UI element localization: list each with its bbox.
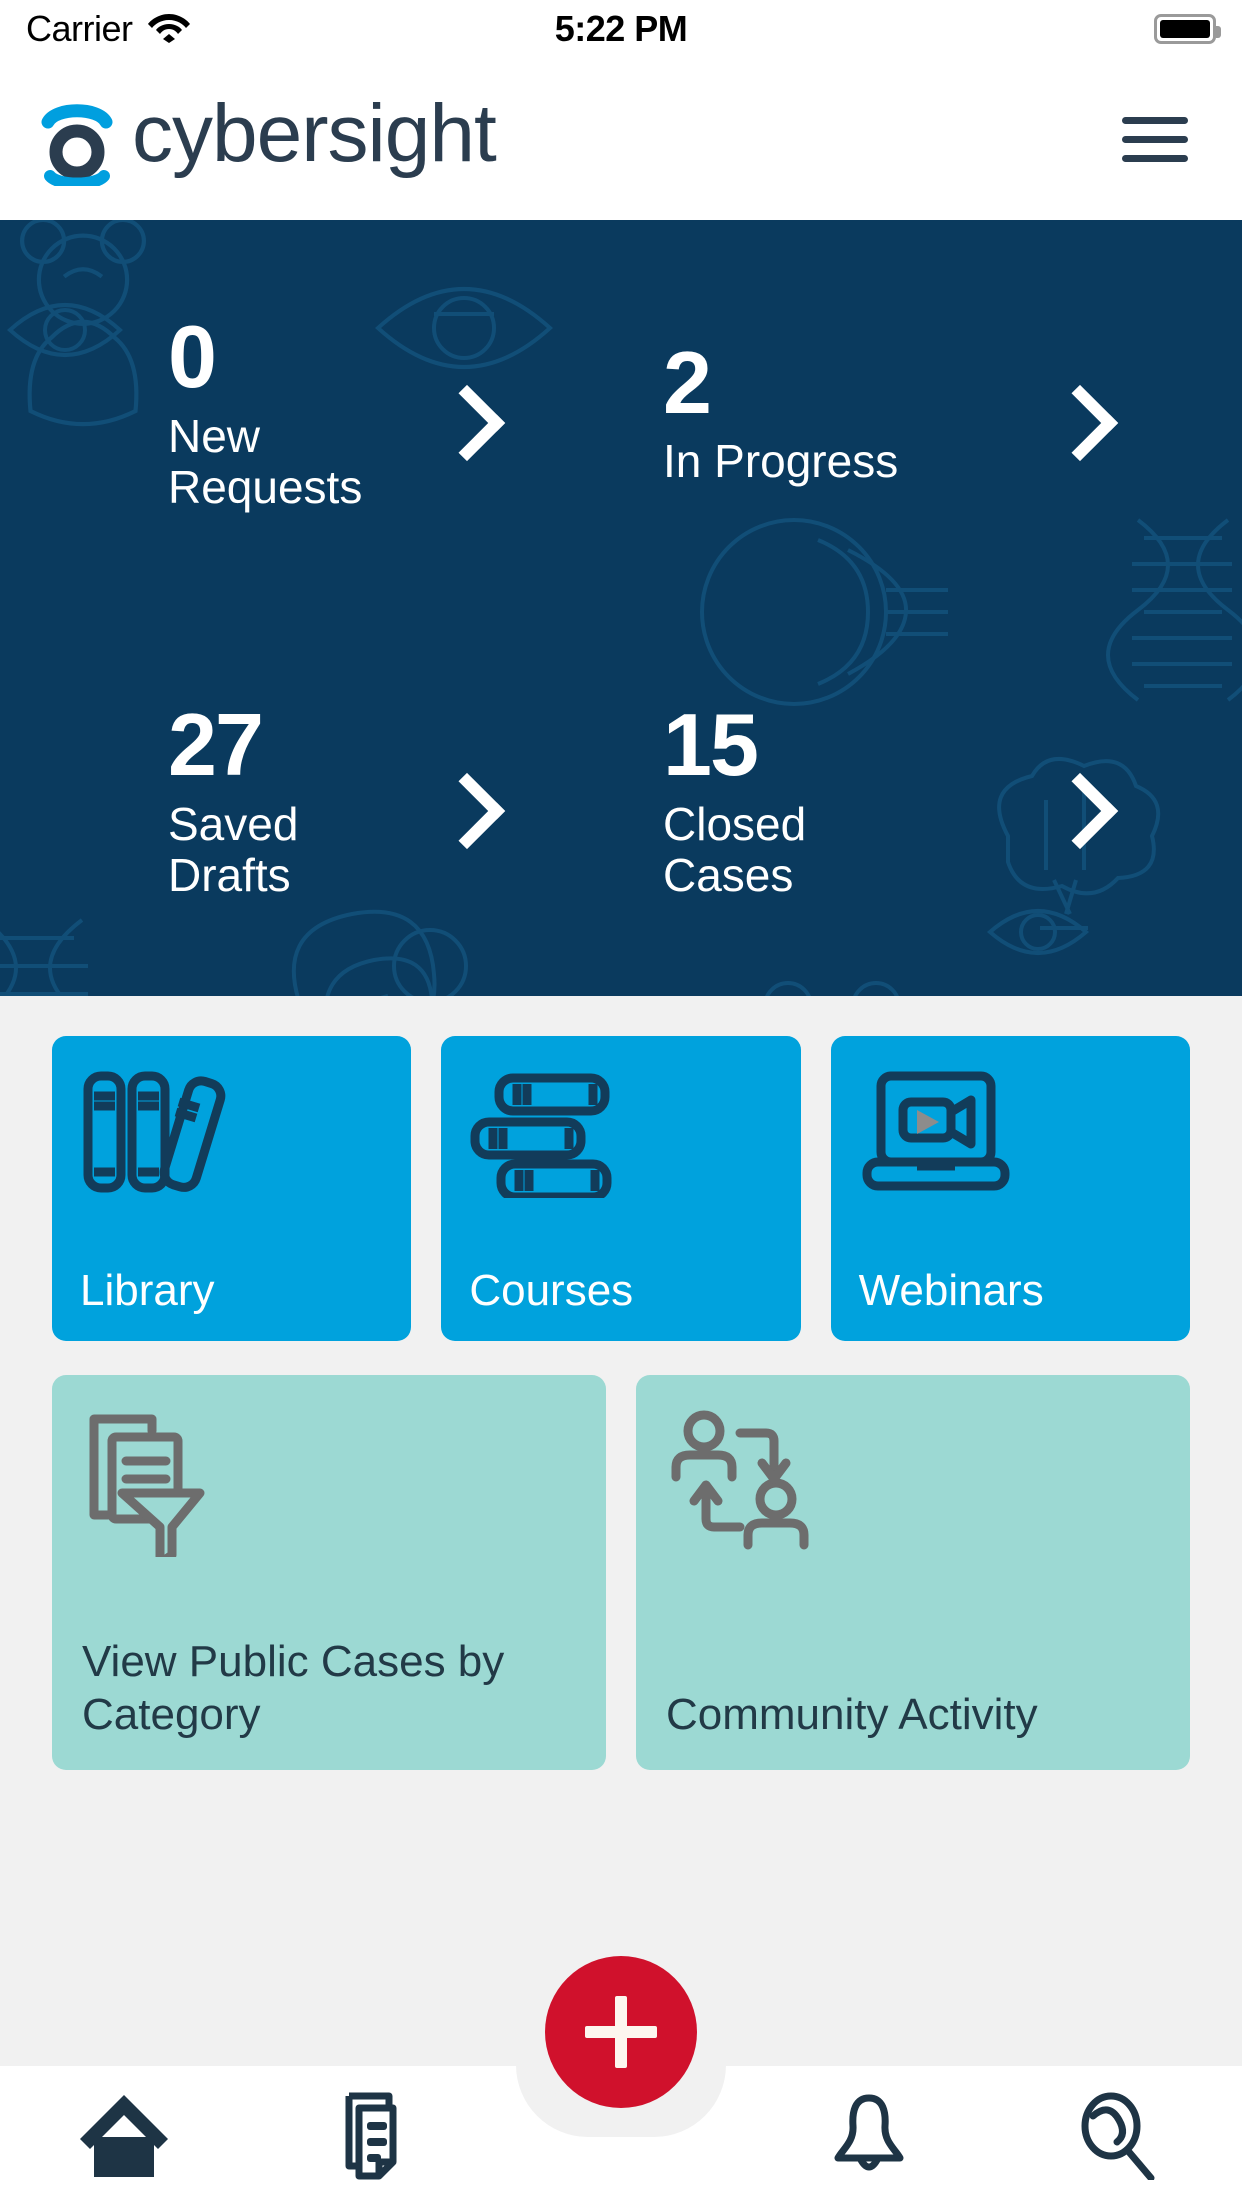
card-label: Webinars xyxy=(858,1266,1044,1316)
add-case-fab-button[interactable] xyxy=(545,1956,697,2108)
brand-wordmark: cybersight xyxy=(132,93,498,179)
chevron-right-icon xyxy=(1041,384,1119,462)
svg-text:cybersight: cybersight xyxy=(132,93,497,179)
stat-value: 15 xyxy=(663,695,759,795)
cybersight-eye-logo-icon xyxy=(40,92,114,190)
documents-icon xyxy=(333,2090,413,2185)
chevron-right-icon xyxy=(428,384,506,462)
stat-card-new-requests[interactable]: 0 New Requests xyxy=(0,220,621,608)
carrier-label: Carrier xyxy=(26,8,133,49)
stat-value: 2 xyxy=(663,333,712,433)
card-webinars[interactable]: Webinars xyxy=(830,1036,1190,1341)
status-bar-left: Carrier xyxy=(26,8,191,50)
battery-full-icon xyxy=(1154,14,1221,44)
stat-text: 27 Saved Drafts xyxy=(168,695,299,902)
quick-links-section: Library Courses Webinars View Public Cas… xyxy=(0,996,1242,1770)
wifi-icon xyxy=(147,11,191,48)
books-upright-icon xyxy=(80,1066,383,1198)
plus-icon xyxy=(585,1996,657,2068)
primary-links-row: Library Courses Webinars xyxy=(52,1036,1190,1341)
stat-text: 15 Closed Cases xyxy=(663,695,807,902)
stat-card-saved-drafts[interactable]: 27 Saved Drafts xyxy=(0,608,621,996)
laptop-video-icon xyxy=(859,1066,1162,1198)
card-label: Community Activity xyxy=(666,1690,1038,1740)
chevron-right-icon xyxy=(1041,772,1119,850)
tab-search[interactable] xyxy=(994,2066,1242,2208)
people-exchange-icon xyxy=(666,1407,1160,1557)
stat-label: Closed Cases xyxy=(663,797,807,902)
brand-logo[interactable]: cybersight xyxy=(40,92,582,190)
hero-stats-section: 0 New Requests 2 In Progress 27 Saved Dr… xyxy=(0,220,1242,996)
card-label: View Public Cases by Category xyxy=(82,1637,505,1740)
tab-notifications[interactable] xyxy=(745,2066,993,2208)
stat-card-closed-cases[interactable]: 15 Closed Cases xyxy=(621,608,1242,996)
stat-value: 27 xyxy=(168,695,264,795)
status-bar-right xyxy=(1154,14,1221,44)
hamburger-menu-icon[interactable] xyxy=(1114,109,1196,170)
books-stacked-icon xyxy=(469,1066,772,1202)
magnifier-icon xyxy=(1077,2090,1159,2185)
stat-label: New Requests xyxy=(168,409,363,514)
stat-label: In Progress xyxy=(663,435,899,488)
tab-cases[interactable] xyxy=(248,2066,496,2208)
documents-filter-icon xyxy=(82,1407,576,1568)
stat-text: 2 In Progress xyxy=(663,333,899,488)
secondary-links-row: View Public Cases by Category Community … xyxy=(52,1375,1190,1770)
stat-card-in-progress[interactable]: 2 In Progress xyxy=(621,220,1242,608)
stat-value: 0 xyxy=(168,307,217,407)
card-view-public-cases[interactable]: View Public Cases by Category xyxy=(52,1375,606,1770)
bell-icon xyxy=(830,2090,908,2185)
stat-text: 0 New Requests xyxy=(168,307,363,514)
card-library[interactable]: Library xyxy=(52,1036,412,1341)
status-bar: Carrier 5:22 PM xyxy=(0,0,1242,58)
stat-label: Saved Drafts xyxy=(168,797,299,902)
card-label: Library xyxy=(80,1266,215,1316)
card-community-activity[interactable]: Community Activity xyxy=(636,1375,1190,1770)
home-icon xyxy=(78,2093,170,2182)
chevron-right-icon xyxy=(428,772,506,850)
card-label: Courses xyxy=(469,1266,634,1316)
app-header: cybersight xyxy=(0,58,1242,220)
card-courses[interactable]: Courses xyxy=(441,1036,801,1341)
tab-home[interactable] xyxy=(0,2066,248,2208)
hero-stats-grid: 0 New Requests 2 In Progress 27 Saved Dr… xyxy=(0,220,1242,996)
